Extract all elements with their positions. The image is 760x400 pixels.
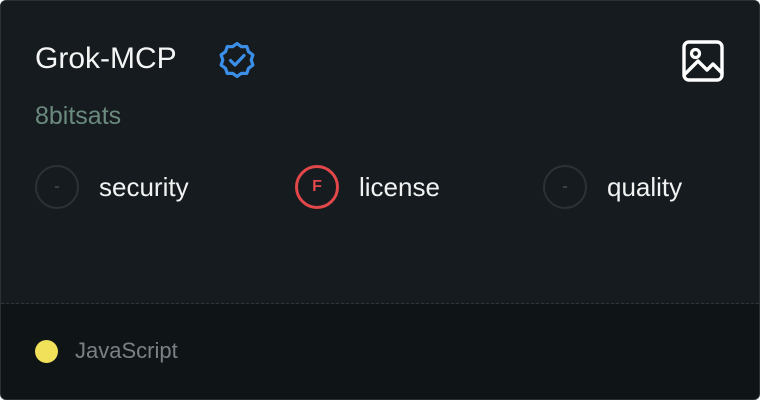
license-grade-badge: F bbox=[295, 165, 339, 209]
verified-badge-icon bbox=[219, 41, 255, 79]
security-grade-badge: - bbox=[35, 165, 79, 209]
repo-card[interactable]: Grok-MCP 8bitsats - security F license -… bbox=[0, 0, 760, 400]
language-name: JavaScript bbox=[75, 338, 178, 363]
repo-author[interactable]: 8bitsats bbox=[35, 99, 121, 133]
quality-grade-badge: - bbox=[543, 165, 587, 209]
license-label: license bbox=[359, 172, 440, 202]
repo-title[interactable]: Grok-MCP bbox=[35, 39, 177, 79]
image-icon[interactable] bbox=[681, 39, 725, 83]
language-color-dot bbox=[35, 340, 58, 363]
quality-label: quality bbox=[607, 172, 683, 202]
security-label: security bbox=[99, 172, 189, 202]
